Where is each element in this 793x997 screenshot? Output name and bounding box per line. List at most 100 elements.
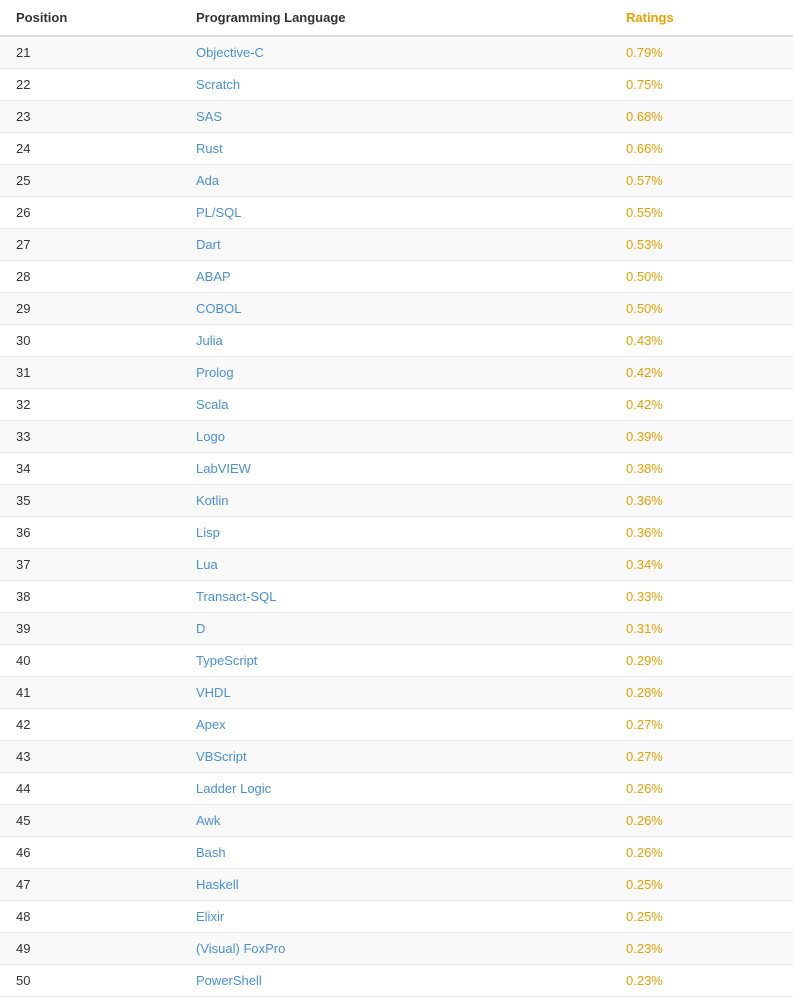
cell-language[interactable]: Kotlin xyxy=(180,485,610,517)
cell-ratings: 0.50% xyxy=(610,293,793,325)
language-link[interactable]: Lua xyxy=(196,557,218,572)
language-link[interactable]: Logo xyxy=(196,429,225,444)
language-link[interactable]: COBOL xyxy=(196,301,242,316)
cell-language[interactable]: SAS xyxy=(180,101,610,133)
language-link[interactable]: Julia xyxy=(196,333,223,348)
cell-position: 31 xyxy=(0,357,180,389)
cell-position: 46 xyxy=(0,837,180,869)
cell-ratings: 0.36% xyxy=(610,485,793,517)
table-row: 30Julia0.43% xyxy=(0,325,793,357)
language-link[interactable]: LabVIEW xyxy=(196,461,251,476)
cell-position: 23 xyxy=(0,101,180,133)
table-row: 22Scratch0.75% xyxy=(0,69,793,101)
cell-position: 34 xyxy=(0,453,180,485)
cell-language[interactable]: Lua xyxy=(180,549,610,581)
cell-language[interactable]: PL/SQL xyxy=(180,197,610,229)
language-link[interactable]: Scratch xyxy=(196,77,240,92)
cell-language[interactable]: ABAP xyxy=(180,261,610,293)
cell-language[interactable]: D xyxy=(180,613,610,645)
language-link[interactable]: PL/SQL xyxy=(196,205,242,220)
language-link[interactable]: PowerShell xyxy=(196,973,262,988)
cell-language[interactable]: Scala xyxy=(180,389,610,421)
language-link[interactable]: Apex xyxy=(196,717,226,732)
cell-language[interactable]: Transact-SQL xyxy=(180,581,610,613)
table-row: 29COBOL0.50% xyxy=(0,293,793,325)
cell-language[interactable]: COBOL xyxy=(180,293,610,325)
table-row: 27 Dart 0.53% xyxy=(0,229,793,261)
cell-language[interactable]: Scratch xyxy=(180,69,610,101)
language-link[interactable]: Transact-SQL xyxy=(196,589,276,604)
cell-position: 43 xyxy=(0,741,180,773)
cell-language[interactable]: Prolog xyxy=(180,357,610,389)
cell-language[interactable]: Lisp xyxy=(180,517,610,549)
language-link[interactable]: Dart xyxy=(196,237,221,252)
cell-language[interactable]: Ada xyxy=(180,165,610,197)
cell-position: 27 xyxy=(0,229,180,261)
language-link[interactable]: Prolog xyxy=(196,365,234,380)
table-row: 44Ladder Logic0.26% xyxy=(0,773,793,805)
cell-ratings: 0.29% xyxy=(610,645,793,677)
cell-ratings: 0.26% xyxy=(610,837,793,869)
cell-language[interactable]: Logo xyxy=(180,421,610,453)
cell-position: 45 xyxy=(0,805,180,837)
language-link[interactable]: (Visual) FoxPro xyxy=(196,941,285,956)
language-link[interactable]: Objective-C xyxy=(196,45,264,60)
language-link[interactable]: TypeScript xyxy=(196,653,257,668)
cell-language[interactable]: Awk xyxy=(180,805,610,837)
cell-language[interactable]: VBScript xyxy=(180,741,610,773)
cell-language[interactable]: Julia xyxy=(180,325,610,357)
language-link[interactable]: Haskell xyxy=(196,877,239,892)
cell-position: 26 xyxy=(0,197,180,229)
cell-language[interactable]: Apex xyxy=(180,709,610,741)
language-link[interactable]: Ladder Logic xyxy=(196,781,271,796)
language-link[interactable]: D xyxy=(196,621,205,636)
table-row: 36Lisp0.36% xyxy=(0,517,793,549)
cell-language[interactable]: Dart xyxy=(180,229,610,261)
cell-position: 49 xyxy=(0,933,180,965)
cell-ratings: 0.25% xyxy=(610,869,793,901)
cell-position: 21 xyxy=(0,36,180,69)
cell-ratings: 0.53% xyxy=(610,229,793,261)
language-link[interactable]: SAS xyxy=(196,109,222,124)
cell-language[interactable]: Ladder Logic xyxy=(180,773,610,805)
cell-language[interactable]: TypeScript xyxy=(180,645,610,677)
table-row: 49(Visual) FoxPro0.23% xyxy=(0,933,793,965)
cell-ratings: 0.34% xyxy=(610,549,793,581)
cell-ratings: 0.55% xyxy=(610,197,793,229)
cell-ratings: 0.43% xyxy=(610,325,793,357)
cell-ratings: 0.75% xyxy=(610,69,793,101)
cell-position: 38 xyxy=(0,581,180,613)
cell-ratings: 0.28% xyxy=(610,677,793,709)
cell-position: 47 xyxy=(0,869,180,901)
language-link[interactable]: Ada xyxy=(196,173,219,188)
language-link[interactable]: ABAP xyxy=(196,269,231,284)
language-link[interactable]: Lisp xyxy=(196,525,220,540)
cell-ratings: 0.66% xyxy=(610,133,793,165)
cell-ratings: 0.42% xyxy=(610,357,793,389)
language-link[interactable]: Bash xyxy=(196,845,226,860)
table-row: 46 Bash 0.26% xyxy=(0,837,793,869)
language-link[interactable]: Scala xyxy=(196,397,229,412)
language-link[interactable]: Elixir xyxy=(196,909,224,924)
cell-language[interactable]: VHDL xyxy=(180,677,610,709)
cell-language[interactable]: PowerShell xyxy=(180,965,610,997)
cell-language[interactable]: Rust xyxy=(180,133,610,165)
table-row: 50PowerShell0.23% xyxy=(0,965,793,997)
cell-language[interactable]: Elixir xyxy=(180,901,610,933)
cell-position: 32 xyxy=(0,389,180,421)
cell-language[interactable]: (Visual) FoxPro xyxy=(180,933,610,965)
cell-language[interactable]: Bash xyxy=(180,837,610,869)
language-link[interactable]: Awk xyxy=(196,813,220,828)
language-link[interactable]: VHDL xyxy=(196,685,231,700)
cell-language[interactable]: Haskell xyxy=(180,869,610,901)
cell-ratings: 0.26% xyxy=(610,773,793,805)
language-link[interactable]: VBScript xyxy=(196,749,247,764)
table-row: 33Logo0.39% xyxy=(0,421,793,453)
cell-language[interactable]: LabVIEW xyxy=(180,453,610,485)
table-row: 34LabVIEW0.38% xyxy=(0,453,793,485)
language-link[interactable]: Kotlin xyxy=(196,493,229,508)
language-link[interactable]: Rust xyxy=(196,141,223,156)
cell-ratings: 0.27% xyxy=(610,741,793,773)
cell-language[interactable]: Objective-C xyxy=(180,36,610,69)
table-row: 45Awk0.26% xyxy=(0,805,793,837)
